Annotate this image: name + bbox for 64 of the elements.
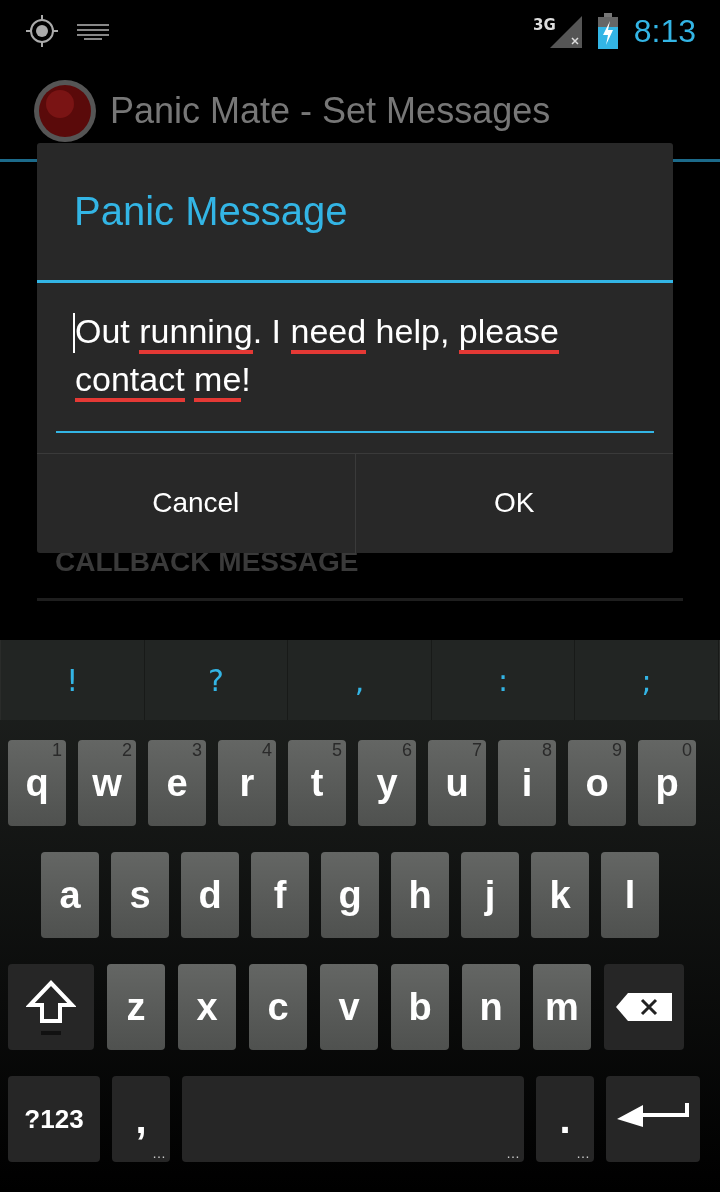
message-field[interactable]: Out running. I need help, please contact me!	[56, 306, 654, 433]
key-hint: 8	[542, 740, 552, 762]
backspace-icon	[614, 991, 674, 1023]
suggestion[interactable]: :	[431, 640, 576, 720]
key[interactable]: t 5	[288, 740, 346, 826]
location-icon	[24, 13, 60, 49]
suggestion[interactable]: ?	[144, 640, 289, 720]
key-hint: 2	[122, 740, 132, 762]
key[interactable]: p 0	[638, 740, 696, 826]
enter-key[interactable]	[606, 1076, 700, 1162]
ok-button[interactable]: OK	[354, 453, 673, 553]
key[interactable]: o 9	[568, 740, 626, 826]
key[interactable]: l	[601, 852, 659, 938]
key[interactable]: c	[249, 964, 307, 1050]
key-hint: 6	[402, 740, 412, 762]
symbols-key[interactable]: ?123	[8, 1076, 100, 1162]
key[interactable]: r 4	[218, 740, 276, 826]
space-key[interactable]: …	[182, 1076, 524, 1162]
key-hint: …	[506, 1146, 520, 1160]
key[interactable]: k	[531, 852, 589, 938]
key-hint: …	[152, 1146, 166, 1160]
dialog-title: Panic Message	[37, 143, 673, 283]
clock: 8:13	[633, 12, 696, 51]
key[interactable]: m	[533, 964, 591, 1050]
key[interactable]: i 8	[498, 740, 556, 826]
key-hint: 3	[192, 740, 202, 762]
key[interactable]: g	[321, 852, 379, 938]
key-hint: …	[576, 1146, 590, 1160]
app-icon	[32, 77, 98, 144]
key-hint: 1	[52, 740, 62, 762]
key-hint: 9	[612, 740, 622, 762]
cancel-button[interactable]: Cancel	[37, 453, 355, 553]
suggestion[interactable]: ;	[575, 640, 719, 720]
key[interactable]: y 6	[358, 740, 416, 826]
key-hint: 0	[682, 740, 692, 762]
key[interactable]: z	[107, 964, 165, 1050]
app-title: Panic Mate - Set Messages	[110, 88, 551, 133]
key[interactable]: v	[320, 964, 378, 1050]
key[interactable]: , …	[112, 1076, 170, 1162]
suggestion[interactable]: ,	[288, 640, 432, 720]
key[interactable]: x	[178, 964, 236, 1050]
key[interactable]: . …	[536, 1076, 594, 1162]
key[interactable]: d	[181, 852, 239, 938]
key[interactable]: h	[391, 852, 449, 938]
key[interactable]: a	[41, 852, 99, 938]
delete-key[interactable]	[604, 964, 684, 1050]
text-cursor	[73, 312, 75, 353]
key[interactable]: s	[111, 852, 169, 938]
key[interactable]: n	[462, 964, 520, 1050]
key[interactable]: f	[251, 852, 309, 938]
key[interactable]: q 1	[8, 740, 66, 826]
key[interactable]: e 3	[148, 740, 206, 826]
key-hint: 7	[472, 740, 482, 762]
key-hint: 5	[332, 740, 342, 762]
suggestion[interactable]: !	[1, 640, 145, 720]
battery-icon	[597, 13, 618, 49]
key[interactable]: w 2	[78, 740, 136, 826]
keyboard-icon	[76, 21, 110, 41]
key[interactable]: u 7	[428, 740, 486, 826]
key-hint: 4	[262, 740, 272, 762]
key[interactable]: b	[391, 964, 449, 1050]
key[interactable]: j	[461, 852, 519, 938]
network-label: 3G	[532, 15, 556, 36]
shift-key[interactable]	[8, 964, 94, 1050]
